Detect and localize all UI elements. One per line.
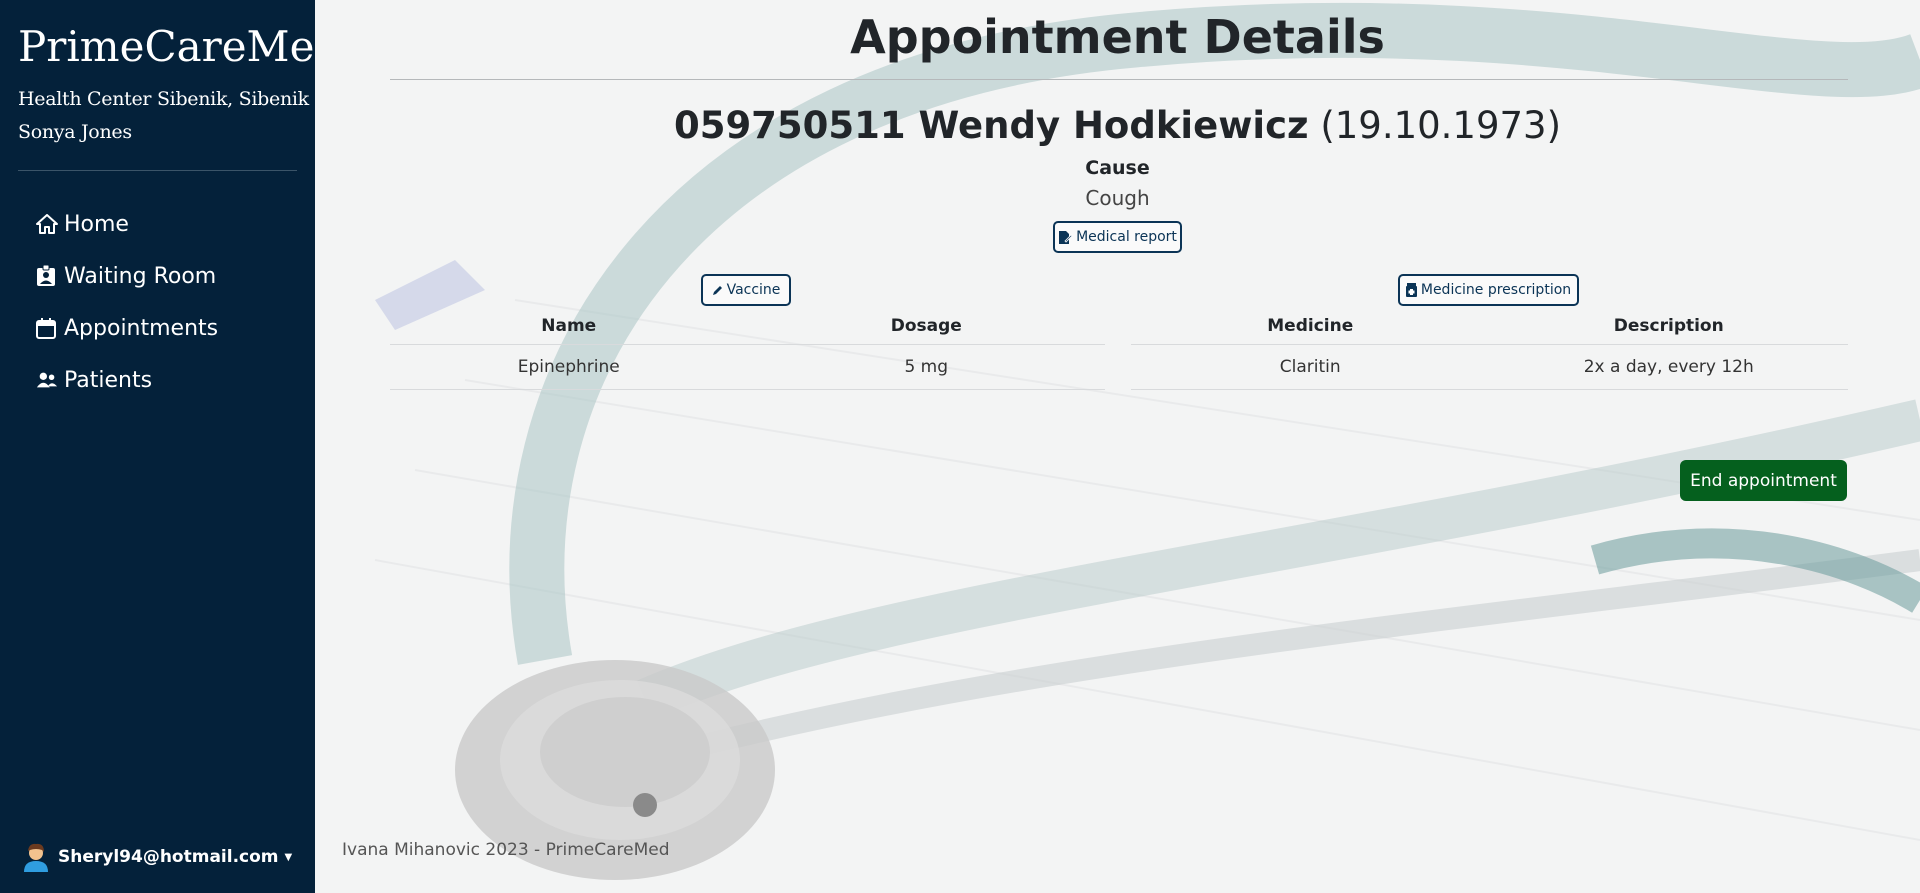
page-title: Appointment Details <box>850 10 1385 64</box>
footer-text: Ivana Mihanovic 2023 - PrimeCareMed <box>342 840 670 860</box>
sidebar-item-label: Appointments <box>64 315 219 341</box>
pill-bottle-icon <box>1405 283 1417 297</box>
sidebar-divider <box>18 170 297 171</box>
user-menu-dropdown[interactable]: Sheryl94@hotmail.com ▼ <box>22 842 292 872</box>
patient-header: 059750511 Wendy Hodkiewicz (19.10.1973) <box>315 104 1920 148</box>
file-edit-icon <box>1058 230 1073 245</box>
sidebar-item-label: Home <box>64 211 129 237</box>
column-header-medicine: Medicine <box>1131 308 1490 345</box>
sidebar-item-appointments[interactable]: Appointments <box>36 302 218 354</box>
medicine-table: Medicine Description Claritin 2x a day, … <box>1131 308 1848 390</box>
sidebar: PrimeCareMed Health Center Sibenik, Sibe… <box>0 0 341 893</box>
user-email: Sheryl94@hotmail.com <box>58 847 279 867</box>
table-header-row: Medicine Description <box>1131 308 1848 345</box>
vaccine-dosage-cell: 5 mg <box>747 344 1105 390</box>
table-row: Epinephrine 5 mg <box>390 344 1105 390</box>
end-appointment-button[interactable]: End appointment <box>1680 460 1847 501</box>
vaccine-name-cell: Epinephrine <box>390 344 748 390</box>
users-icon <box>36 369 58 391</box>
badge-icon <box>36 265 58 287</box>
add-vaccine-button[interactable]: Vaccine <box>701 274 791 306</box>
patient-dob: (19.10.1973) <box>1320 104 1562 147</box>
patient-id-name: 059750511 Wendy Hodkiewicz <box>673 104 1309 147</box>
medicine-description-cell: 2x a day, every 12h <box>1489 344 1848 390</box>
column-header-description: Description <box>1489 308 1848 345</box>
add-prescription-button[interactable]: Medicine prescription <box>1398 274 1579 306</box>
table-row: Claritin 2x a day, every 12h <box>1131 344 1848 390</box>
sidebar-item-home[interactable]: Home <box>36 198 218 250</box>
sidebar-nav: Home Waiting Room Appointments Patients <box>36 198 218 406</box>
title-divider <box>390 79 1848 80</box>
vaccine-table: Name Dosage Epinephrine 5 mg <box>390 308 1105 390</box>
pencil-icon <box>712 285 723 296</box>
column-header-name: Name <box>390 308 748 345</box>
cause-value: Cough <box>1085 186 1150 210</box>
medical-report-button[interactable]: Medical report <box>1053 221 1182 253</box>
sidebar-item-label: Waiting Room <box>64 263 217 289</box>
health-center-name: Health Center Sibenik, Sibenik <box>18 88 309 110</box>
medical-report-label: Medical report <box>1076 229 1177 245</box>
sidebar-item-waiting-room[interactable]: Waiting Room <box>36 250 218 302</box>
table-header-row: Name Dosage <box>390 308 1105 345</box>
main-content: Appointment Details 059750511 Wendy Hodk… <box>315 0 1920 893</box>
brand-logo[interactable]: PrimeCareMed <box>18 22 341 72</box>
home-icon <box>36 213 58 235</box>
user-avatar-icon <box>22 842 50 872</box>
calendar-icon <box>36 317 58 339</box>
medicine-name-cell: Claritin <box>1131 344 1490 390</box>
cause-label: Cause <box>1085 157 1150 179</box>
sidebar-item-patients[interactable]: Patients <box>36 354 218 406</box>
sidebar-item-label: Patients <box>64 367 153 393</box>
vaccine-label: Vaccine <box>726 282 781 298</box>
column-header-dosage: Dosage <box>747 308 1105 345</box>
caret-down-icon: ▼ <box>284 851 293 863</box>
doctor-name: Sonya Jones <box>18 121 132 143</box>
prescription-label: Medicine prescription <box>1420 282 1572 298</box>
